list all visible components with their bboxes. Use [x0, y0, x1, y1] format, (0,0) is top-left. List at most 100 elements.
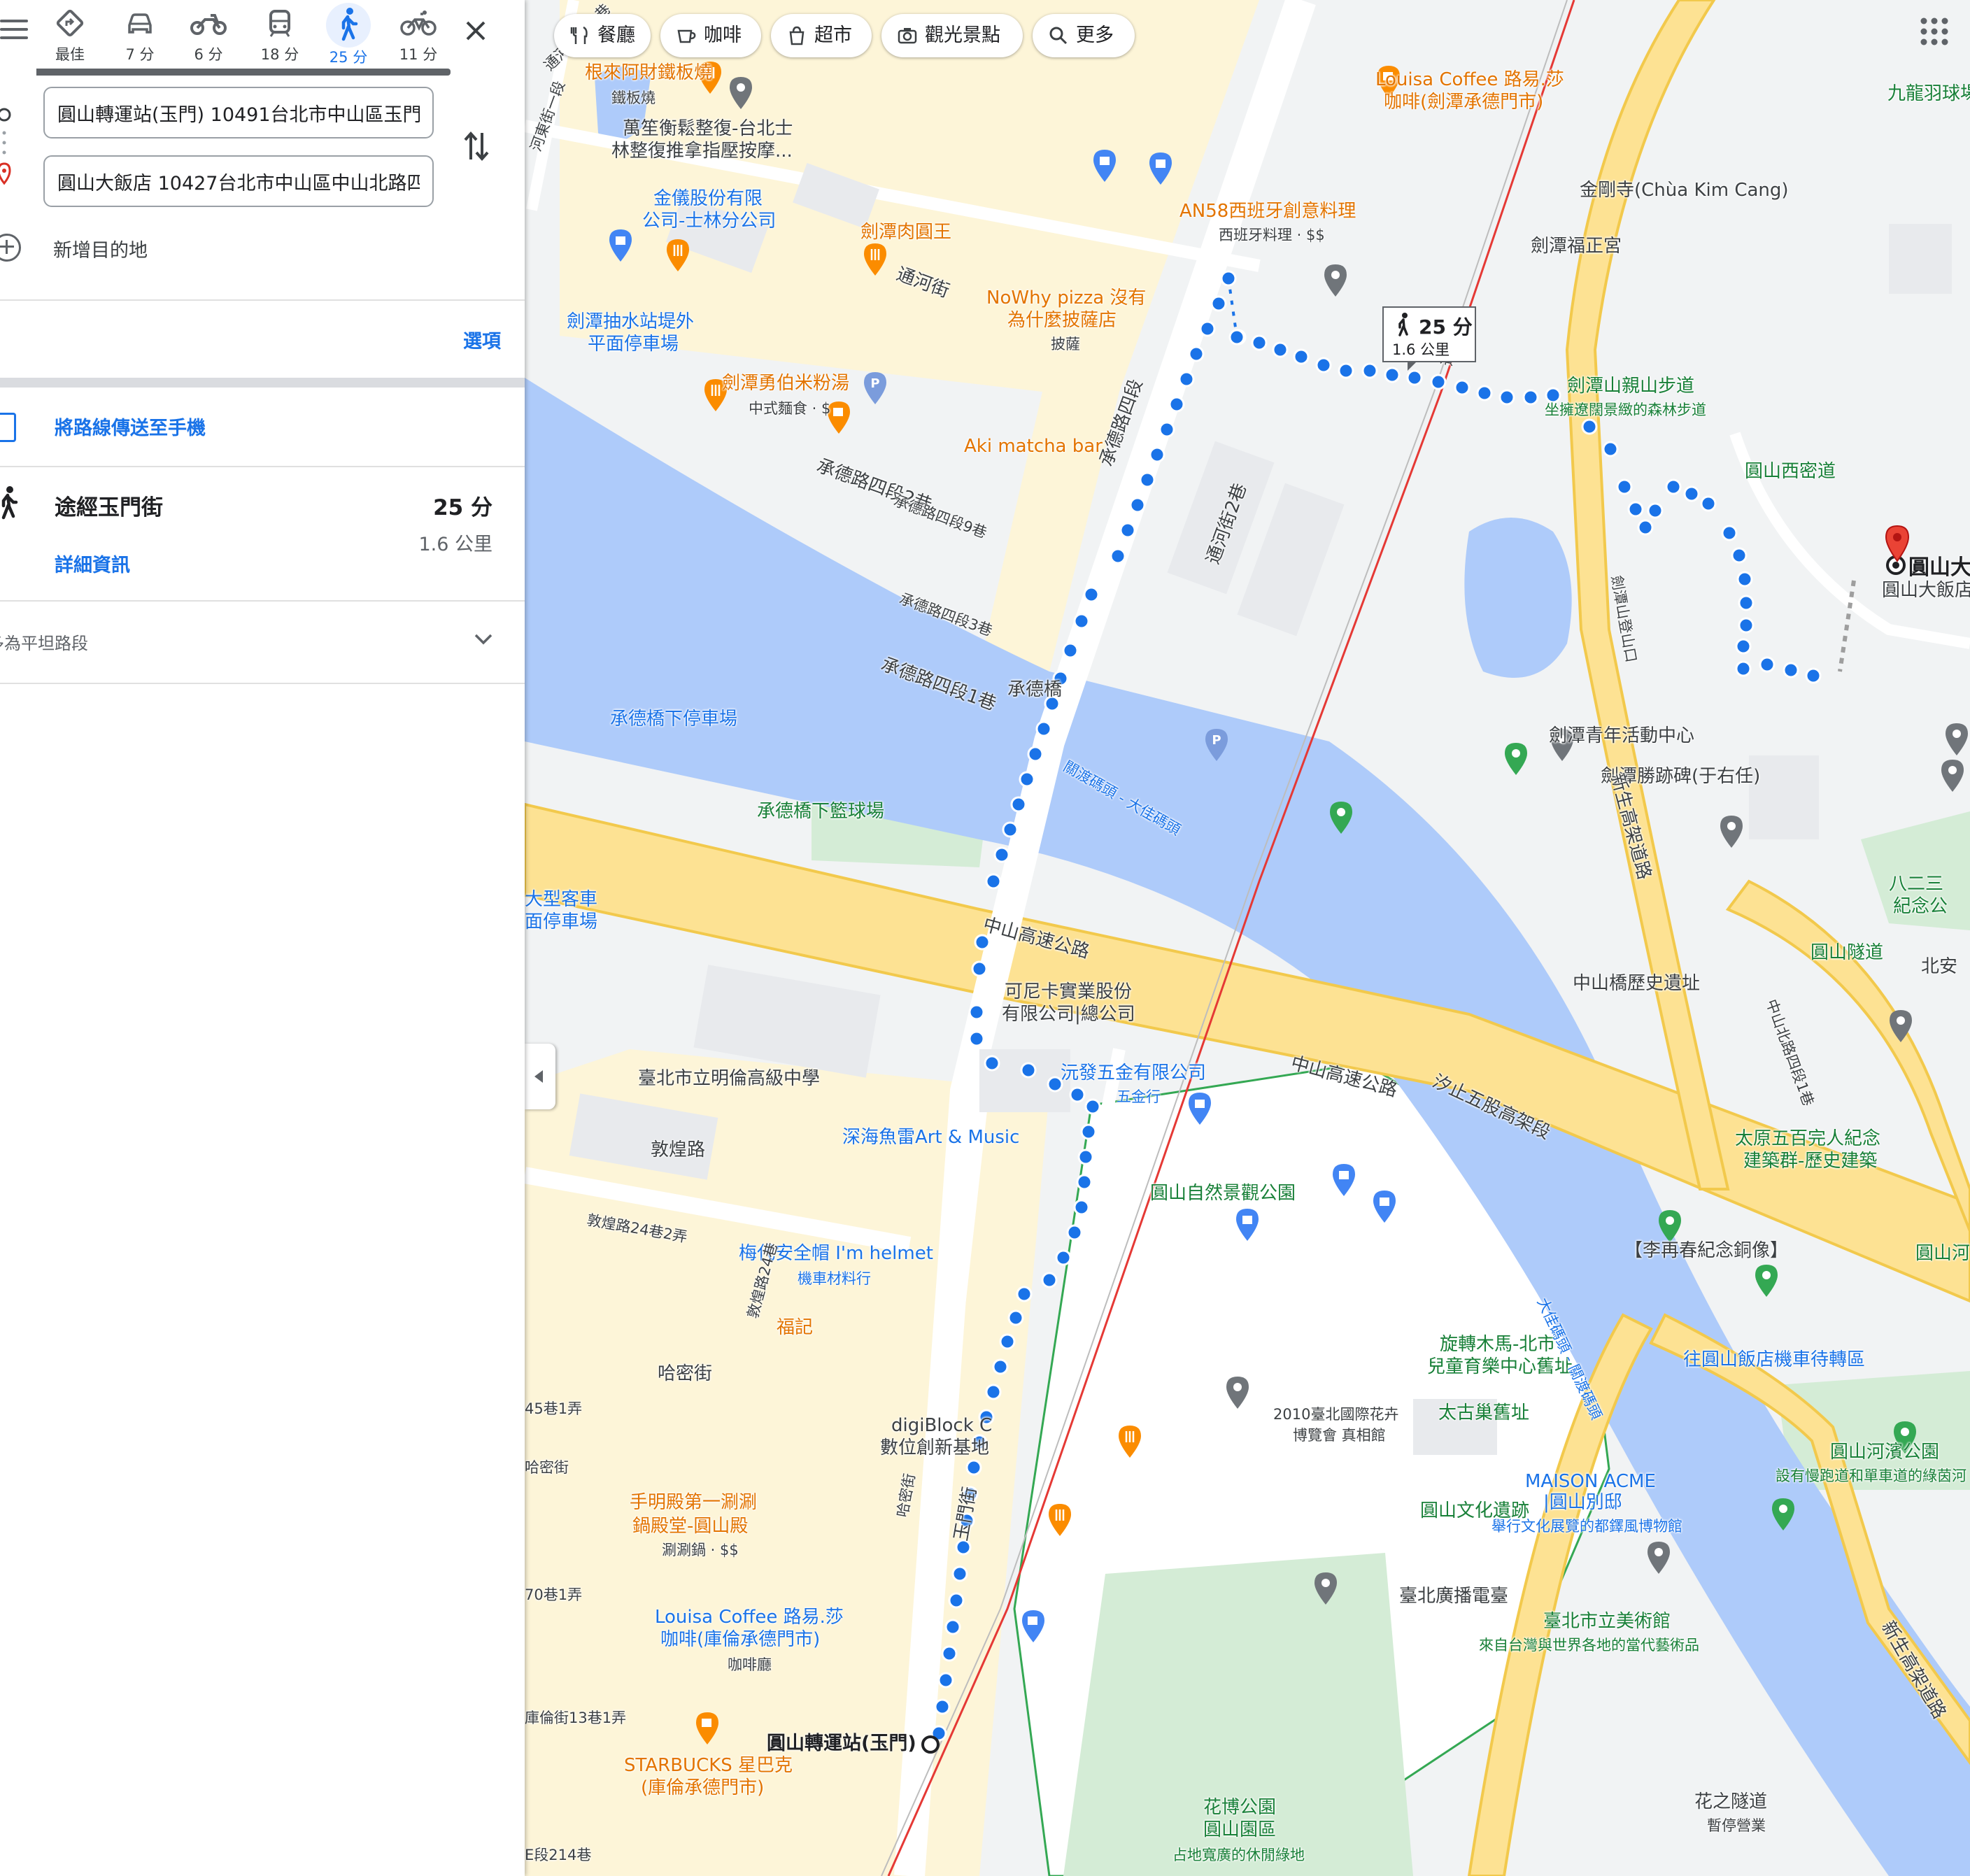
send-to-phone-button[interactable]: 將路線傳送至手機	[0, 406, 525, 448]
map-label-l50[interactable]: 花之隧道	[1694, 1791, 1767, 1813]
map-label-l30[interactable]: 八二三	[1889, 873, 1943, 895]
map-label-l3b[interactable]: 林整復推拿指壓按摩...	[611, 140, 793, 162]
chip-attractions[interactable]: 觀光景點	[881, 14, 1023, 57]
shopping-pin-icon[interactable]	[607, 228, 634, 263]
map-label-l37[interactable]: 往圓山飯店機車待轉區	[1683, 1349, 1865, 1371]
map-label-l46[interactable]: 臺北市立美術館	[1543, 1610, 1671, 1633]
mode-bike[interactable]: 11 分	[385, 3, 452, 73]
map-label-l47s[interactable]: 咖啡廳	[728, 1654, 772, 1676]
map-label-l43s[interactable]: 涮涮鍋 · $$	[662, 1539, 739, 1561]
map-label-l43b[interactable]: 鍋殿堂-圓山殿	[632, 1515, 748, 1537]
map-label-l49b[interactable]: 圓山園區	[1203, 1819, 1276, 1841]
attraction-pin-icon[interactable]	[1657, 1209, 1683, 1244]
map-label-l27[interactable]: 圓山自然景觀公園	[1150, 1182, 1296, 1205]
map-label-r15[interactable]: 北安	[1921, 955, 1957, 978]
map-label-l23b[interactable]: 有限公司|總公司	[1002, 1003, 1135, 1025]
poi-pin-icon[interactable]	[1718, 814, 1745, 849]
map-label-l9[interactable]: NoWhy pizza 沒有	[986, 287, 1146, 309]
map-label-l38[interactable]: 2010臺北國際花卉	[1273, 1403, 1398, 1426]
map-label-l44[interactable]: 圓山文化遺跡	[1420, 1500, 1529, 1522]
cafe-pin-icon[interactable]	[694, 1711, 721, 1746]
chip-more[interactable]: 更多	[1033, 14, 1135, 57]
map-label-l2b[interactable]: 咖啡(劍潭承德門市)	[1384, 91, 1543, 113]
map-label-l14[interactable]: 圓山西密道	[1745, 460, 1836, 483]
shopping-pin-icon[interactable]	[1091, 148, 1118, 183]
map-label-l6s[interactable]: 西班牙料理 · $$	[1219, 224, 1325, 246]
map-label-l45[interactable]: 臺北廣播電臺	[1399, 1585, 1508, 1607]
chip-coffee[interactable]: 咖啡	[660, 14, 761, 57]
map-label-l13s[interactable]: 坐擁遼闊景緻的森林步道	[1545, 399, 1706, 421]
origin-marker[interactable]	[921, 1735, 940, 1754]
map-label-l32[interactable]: 【李再春紀念銅像】	[1624, 1239, 1788, 1262]
add-destination-button[interactable]: 新增目的地	[0, 231, 280, 266]
map-label-l47[interactable]: Louisa Coffee 路易.莎	[655, 1606, 844, 1628]
collapse-panel-button[interactable]	[525, 1044, 555, 1109]
mode-motorcycle[interactable]: 6 分	[175, 3, 242, 73]
map-label-l24[interactable]: 沅發五金有限公司	[1061, 1062, 1206, 1084]
poi-pin-icon[interactable]	[1943, 722, 1970, 757]
poi-pin-icon[interactable]	[1224, 1375, 1251, 1410]
shopping-pin-icon[interactable]	[1147, 151, 1174, 186]
map-label-r19[interactable]: 哈密街	[658, 1363, 712, 1385]
terrain-note-row[interactable]: 多為平坦路段	[0, 616, 525, 671]
chip-restaurants[interactable]: 餐廳	[554, 14, 651, 57]
map-label-l12[interactable]: Aki matcha bar	[964, 435, 1103, 457]
map-label-l36b[interactable]: 兒童育樂中心舊址	[1427, 1356, 1573, 1378]
map-label-l35[interactable]: 福記	[777, 1316, 813, 1339]
map-label-l22b[interactable]: 面停車場	[525, 911, 597, 933]
map-label-l28[interactable]: 中山橋歷史遺址	[1573, 972, 1700, 995]
map-label-l4[interactable]: 金儀股份有限	[653, 187, 763, 210]
shopping-pin-icon[interactable]	[1371, 1189, 1398, 1224]
map-label-l26[interactable]: 深海魚雷Art & Music	[842, 1126, 1019, 1149]
menu-button[interactable]	[0, 10, 31, 52]
shopping-pin-icon[interactable]	[1331, 1163, 1357, 1198]
map-label-l10[interactable]: 劍潭抽水站堤外	[567, 311, 694, 333]
map-label-l18[interactable]: 承德橋下停車場	[610, 708, 737, 730]
swap-waypoints-button[interactable]	[462, 129, 491, 164]
park-pin-icon[interactable]	[1328, 800, 1354, 835]
mode-best[interactable]: 最佳	[36, 3, 104, 73]
shopping-pin-icon[interactable]	[1234, 1207, 1261, 1242]
poi-pin-icon[interactable]	[1645, 1540, 1672, 1575]
poi-pin-icon[interactable]	[1939, 758, 1966, 793]
map-label-l5[interactable]: 劍潭肉圓王	[860, 221, 951, 243]
map-label-l25[interactable]: 臺北市立明倫高級中學	[638, 1067, 820, 1090]
map-label-l1s[interactable]: 鐵板燒	[611, 87, 656, 109]
attraction-pin-icon[interactable]	[1770, 1497, 1797, 1532]
map-canvas[interactable]: P P P 25 分 1.6 公里 圓山轉運站(玉門) 圓山大飯 根來阿財鐵板燒…	[525, 0, 1970, 1876]
map-label-l24s[interactable]: 五金行	[1117, 1086, 1161, 1108]
map-label-r26[interactable]: E段214巷	[525, 1844, 591, 1866]
map-label-l3[interactable]: 萬笙衡鬆整復-台北士	[623, 118, 793, 140]
map-label-l13[interactable]: 劍潭山親山步道	[1567, 375, 1694, 397]
restaurant-pin-icon[interactable]	[1047, 1502, 1073, 1537]
map-label-l36[interactable]: 旋轉木馬-北市	[1440, 1333, 1555, 1356]
map-label-l41[interactable]: digiBlock C	[891, 1414, 992, 1437]
map-label-l8[interactable]: 劍潭福正宮	[1531, 235, 1622, 257]
route-time-badge[interactable]: 25 分 1.6 公里	[1382, 306, 1476, 371]
map-label-r20[interactable]: 45巷1弄	[525, 1398, 582, 1420]
map-label-l33[interactable]: 圓山河	[1915, 1242, 1970, 1265]
map-label-r22[interactable]: 70巷1弄	[525, 1584, 582, 1606]
map-label-l46s[interactable]: 來自台灣與世界各地的當代藝術品	[1479, 1634, 1699, 1656]
restaurant-pin-icon[interactable]	[1117, 1424, 1143, 1459]
map-label-l11s[interactable]: 中式麵食 · $	[749, 397, 830, 420]
mode-drive[interactable]: 7 分	[106, 3, 173, 73]
map-label-l22[interactable]: 大型客車	[525, 888, 597, 911]
map-label-l48[interactable]: STARBUCKS 星巴克	[624, 1754, 793, 1777]
map-label-l29[interactable]: 圓山隧道	[1810, 941, 1883, 964]
map-label-l43[interactable]: 手明殿第一涮涮	[630, 1491, 757, 1514]
map-label-l2[interactable]: Louisa Coffee 路易.莎	[1375, 69, 1564, 91]
poi-pin-icon[interactable]	[1887, 1009, 1914, 1044]
parking-pin-icon[interactable]: P	[1203, 727, 1230, 762]
map-label-r16[interactable]: 敦煌路	[651, 1139, 705, 1161]
poi-pin-icon[interactable]	[1312, 1571, 1339, 1606]
map-label-l15[interactable]: 圓山大飯店-松	[1882, 579, 1970, 602]
map-label-l31b[interactable]: 建築群-歷史建築	[1743, 1150, 1877, 1172]
map-label-l4b[interactable]: 公司-士林分公司	[642, 210, 776, 232]
map-label-l10b[interactable]: 平面停車場	[588, 333, 679, 355]
restaurant-pin-icon[interactable]	[665, 238, 691, 273]
shopping-pin-icon[interactable]	[1186, 1091, 1213, 1126]
close-directions-button[interactable]	[459, 14, 492, 48]
chip-grocery[interactable]: 超市	[771, 14, 872, 57]
map-label-l16[interactable]: 九龍羽球場	[1887, 83, 1970, 105]
